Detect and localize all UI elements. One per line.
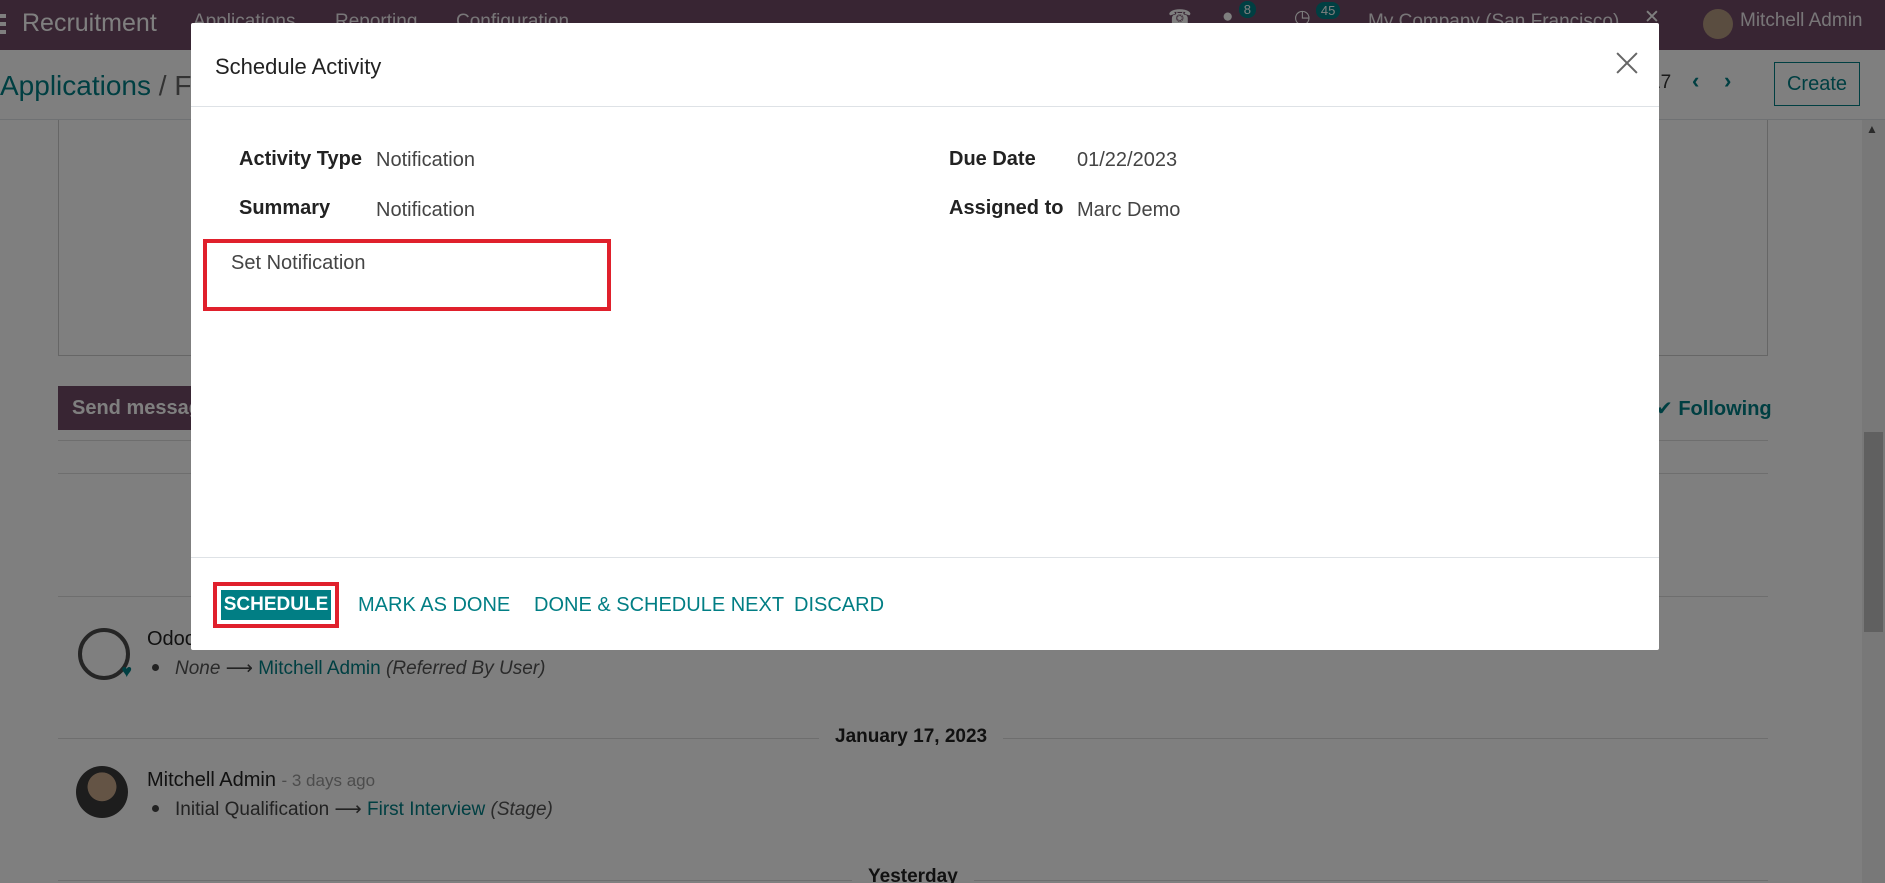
note-field-highlight[interactable] (203, 239, 611, 311)
schedule-activity-dialog: Schedule Activity Activity Type Notifica… (191, 23, 1659, 650)
modal-title: Schedule Activity (215, 54, 382, 79)
due-date-field[interactable]: 01/22/2023 (1077, 149, 1177, 172)
due-date-label: Due Date (949, 148, 1036, 170)
activity-type-field[interactable]: Notification (376, 149, 475, 172)
assigned-to-label: Assigned to (949, 197, 1064, 219)
assigned-to-field[interactable]: Marc Demo (1077, 199, 1180, 222)
schedule-button[interactable]: SCHEDULE (221, 590, 331, 620)
summary-field[interactable]: Notification (376, 199, 475, 222)
schedule-button-highlight: SCHEDULE (213, 582, 339, 628)
note-text[interactable]: Set Notification (231, 252, 366, 275)
summary-label: Summary (239, 197, 331, 219)
discard-button[interactable]: DISCARD (794, 594, 884, 617)
modal-header: Schedule Activity (191, 23, 1659, 107)
done-schedule-next-button[interactable]: DONE & SCHEDULE NEXT (534, 594, 784, 617)
close-icon[interactable] (1611, 47, 1643, 79)
activity-type-label: Activity Type (239, 148, 362, 170)
mark-as-done-button[interactable]: MARK AS DONE (358, 594, 510, 617)
